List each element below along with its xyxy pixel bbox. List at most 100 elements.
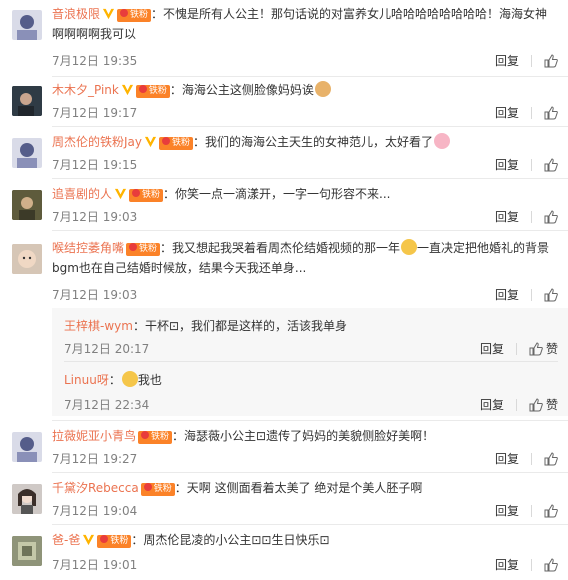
comment-username[interactable]: 周杰伦的铁粉Jay bbox=[52, 135, 142, 149]
like-button[interactable] bbox=[544, 503, 558, 518]
fan-badge[interactable]: 铁粉 bbox=[135, 85, 170, 98]
fan-badge[interactable]: 铁粉 bbox=[97, 535, 132, 548]
divider bbox=[515, 342, 517, 355]
laughing-face-emoji-icon bbox=[121, 371, 138, 387]
comment-time: 7月12日 19:27 bbox=[52, 452, 138, 466]
like-label: 赞 bbox=[545, 398, 558, 412]
fan-badge[interactable]: 铁粉 bbox=[129, 189, 164, 202]
cat-emoji-icon bbox=[314, 81, 331, 97]
thumbs-up-icon bbox=[544, 209, 558, 223]
heart-icon bbox=[141, 431, 150, 439]
sub-reply-username[interactable]: Linuu呀 bbox=[64, 373, 109, 387]
comment-username[interactable]: 千黛汐Rebecca bbox=[52, 481, 139, 495]
divider bbox=[531, 210, 532, 223]
sub-reply-item: Linuu呀： 我也 7月12日 22:34 回复 赞 bbox=[64, 362, 558, 416]
like-button[interactable] bbox=[544, 287, 558, 302]
comment-time: 7月12日 19:03 bbox=[52, 288, 138, 302]
comment-text-continued: bgm也在自己结婚时候放，结果今天我还单身... bbox=[52, 261, 307, 275]
avatar[interactable] bbox=[12, 190, 42, 220]
sub-reply-time: 7月12日 20:17 bbox=[64, 342, 150, 356]
comment-text: ：不愧是所有人公主！那句话说的对富养女儿哈哈哈哈哈哈哈哈！海海女神 bbox=[151, 7, 548, 21]
comment-username[interactable]: 追喜剧的人 bbox=[52, 187, 112, 201]
fan-badge[interactable]: 铁粉 bbox=[140, 483, 175, 496]
reply-button[interactable]: 回复 bbox=[495, 104, 519, 121]
like-button[interactable]: 赞 bbox=[529, 340, 558, 357]
reply-button[interactable]: 回复 bbox=[495, 208, 519, 225]
thumbs-up-icon bbox=[544, 557, 558, 571]
thumbs-up-icon bbox=[544, 105, 558, 119]
comment-time: 7月12日 19:35 bbox=[52, 54, 138, 68]
reply-button[interactable]: 回复 bbox=[480, 340, 504, 357]
sub-reply-text: ： bbox=[108, 373, 121, 387]
reply-button[interactable]: 回复 bbox=[480, 396, 504, 413]
heart-icon bbox=[120, 9, 129, 17]
like-button[interactable] bbox=[544, 157, 558, 172]
like-label: 赞 bbox=[545, 342, 558, 356]
avatar[interactable] bbox=[12, 86, 42, 116]
divider bbox=[52, 76, 568, 77]
like-button[interactable] bbox=[544, 105, 558, 120]
divider bbox=[531, 54, 532, 67]
thumbs-up-icon bbox=[529, 341, 543, 355]
comment-text: ：你笑一点一滴漾开，一字一句形容不来... bbox=[163, 187, 391, 201]
comment-username[interactable]: 音浪极限 bbox=[52, 7, 100, 21]
vip-v-icon bbox=[144, 136, 157, 148]
vip-v-icon bbox=[102, 8, 115, 20]
comment-text: ：周杰伦昆凌的小公主⊡⊡生日快乐⊡ bbox=[131, 533, 330, 547]
sub-reply-text: ：干杯⊡，我们都是这样的，活该我单身 bbox=[132, 319, 347, 333]
divider bbox=[52, 126, 568, 127]
heart-icon bbox=[132, 189, 141, 197]
reply-button[interactable]: 回复 bbox=[495, 156, 519, 173]
thumbs-up-icon bbox=[544, 287, 558, 301]
pig-emoji-icon bbox=[434, 133, 451, 149]
avatar[interactable] bbox=[12, 244, 42, 274]
divider bbox=[52, 420, 568, 421]
comment-time: 7月12日 19:17 bbox=[52, 106, 138, 120]
comment-username[interactable]: 木木夕_Pink bbox=[52, 83, 119, 97]
comment-username[interactable]: 爸-爸 bbox=[52, 533, 80, 547]
thumbs-up-icon bbox=[544, 53, 558, 67]
comment-text: ：海瑟薇小公主⊡遗传了妈妈的美貌侧脸好美啊！ bbox=[172, 429, 435, 443]
fan-badge[interactable]: 铁粉 bbox=[117, 9, 152, 22]
thumbs-up-icon bbox=[544, 157, 558, 171]
reply-button[interactable]: 回复 bbox=[495, 556, 519, 573]
avatar[interactable] bbox=[12, 138, 42, 168]
comment-username[interactable]: 拉薇妮亚小青鸟 bbox=[52, 429, 136, 443]
fan-badge[interactable]: 铁粉 bbox=[126, 243, 161, 256]
divider bbox=[52, 524, 568, 525]
avatar[interactable] bbox=[12, 484, 42, 514]
comment-text: ：我又想起我哭着看周杰伦结婚视频的那一年 bbox=[160, 241, 401, 255]
divider bbox=[531, 452, 532, 465]
divider bbox=[531, 288, 532, 301]
avatar[interactable] bbox=[12, 432, 42, 462]
comment-time: 7月12日 19:04 bbox=[52, 504, 138, 518]
fan-badge[interactable]: 铁粉 bbox=[159, 137, 194, 150]
like-button[interactable] bbox=[544, 557, 558, 572]
heart-icon bbox=[143, 483, 152, 491]
reply-button[interactable]: 回复 bbox=[495, 52, 519, 69]
thumbs-up-icon bbox=[544, 503, 558, 517]
divider bbox=[515, 398, 517, 411]
like-button[interactable] bbox=[544, 209, 558, 224]
avatar[interactable] bbox=[12, 10, 42, 40]
like-button[interactable] bbox=[544, 53, 558, 68]
heart-icon bbox=[129, 243, 138, 251]
reply-button[interactable]: 回复 bbox=[495, 286, 519, 303]
tearful-face-emoji-icon bbox=[401, 239, 418, 255]
like-button[interactable]: 赞 bbox=[529, 396, 558, 413]
vip-v-icon bbox=[114, 188, 127, 200]
thumbs-up-icon bbox=[529, 397, 543, 411]
sub-reply-username[interactable]: 王梓棋-wym bbox=[64, 319, 133, 333]
avatar[interactable] bbox=[12, 536, 42, 566]
thumbs-up-icon bbox=[544, 451, 558, 465]
sub-reply-time: 7月12日 22:34 bbox=[64, 398, 150, 412]
reply-button[interactable]: 回复 bbox=[495, 502, 519, 519]
comment-username[interactable]: 喉结控萎角嘴 bbox=[52, 241, 124, 255]
divider bbox=[52, 178, 568, 179]
heart-icon bbox=[100, 535, 109, 543]
like-button[interactable] bbox=[544, 451, 558, 466]
comment-time: 7月12日 19:03 bbox=[52, 210, 138, 224]
sub-reply-text-continued: 我也 bbox=[137, 373, 162, 387]
reply-button[interactable]: 回复 bbox=[495, 450, 519, 467]
fan-badge[interactable]: 铁粉 bbox=[138, 431, 173, 444]
